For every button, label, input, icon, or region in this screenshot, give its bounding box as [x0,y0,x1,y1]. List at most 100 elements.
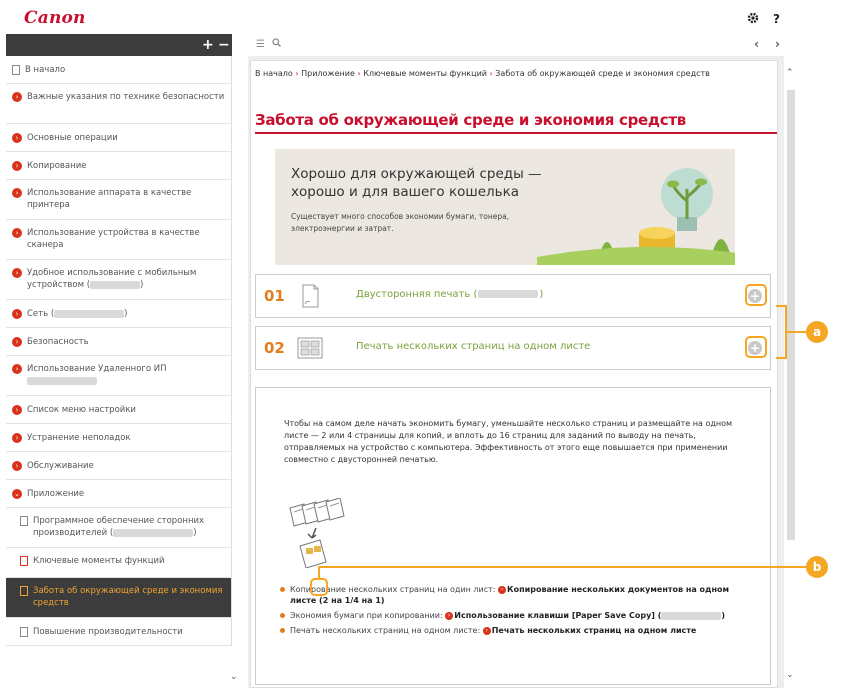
prev-page-button[interactable]: ‹ [754,37,759,51]
feature-number: 02 [264,339,285,357]
tip-link[interactable]: Использование клавиши [Paper Save Copy] … [454,611,725,620]
toolbar-icons: ☰ [256,38,282,50]
tip-link[interactable]: Печать нескольких страниц на одном листе [492,626,697,635]
sidebar-item[interactable]: › Устранение неполадок [6,424,231,452]
callout-b-badge: b [806,556,828,578]
top-icons: ? [747,12,780,27]
banner-text-line: электроэнергии и затрат. [291,224,394,233]
chevron-bullet-icon: ⌄ [12,489,22,499]
sidebar-item-label: Список меню настройки [27,405,136,415]
lightbulb-coins-illustration [537,168,735,265]
sidebar-item-label: Использование устройства в качестве скан… [27,228,200,250]
search-icon[interactable] [272,38,282,50]
redacted-text [54,309,125,318]
sidebar-item-label: Основные операции [27,133,118,143]
banner-heading-line: хорошо и для вашего кошелька [291,184,520,200]
sidebar-item[interactable]: › Безопасность [6,328,231,356]
sidebar-item[interactable]: › Важные указания по технике безопасности [6,84,231,124]
nav-arrows: ‹ › [754,37,780,51]
link-arrow-icon: › [445,611,454,620]
sidebar-item-label: Устранение неполадок [27,433,131,443]
chevron-bullet-icon: › [12,92,22,102]
sidebar-item-label: Использование аппарата в качестве принте… [27,188,192,210]
breadcrumb-separator: › [295,69,299,78]
banner-heading-line: Хорошо для окружающей среды — [291,166,542,182]
breadcrumb-link[interactable]: Приложение [301,69,355,78]
collapse-all-button[interactable]: − [218,37,230,53]
feature-label-text: Двусторонняя печать ( [356,289,478,300]
chevron-bullet-icon: › [12,228,22,238]
sidebar-item[interactable]: Забота об окружающей среде и экономия ср… [6,578,231,618]
feature-label-suffix: ) [539,289,544,300]
redacted-text [478,290,539,298]
next-page-button[interactable]: › [775,37,780,51]
sidebar-item-label: Безопасность [27,337,89,347]
tip-text: Печать нескольких страниц на одном листе… [290,626,483,635]
sidebar-scroll-down-icon[interactable]: ⌄ [230,672,238,682]
sidebar-item[interactable]: Повышение производительности [6,618,231,646]
sidebar-item-label: Повышение производительности [33,627,183,637]
scroll-down-icon[interactable]: ⌄ [786,670,794,680]
feature-row-duplex[interactable]: 01 Двусторонняя печать () + [255,274,771,318]
breadcrumb: В начало › Приложение › Ключевые моменты… [255,67,750,80]
chevron-bullet-icon: › [12,405,22,415]
sidebar-item[interactable]: › Удобное использование с мобильным устро… [6,260,231,300]
breadcrumb-current: Забота об окружающей среде и экономия ср… [495,69,710,78]
sidebar-item[interactable]: › Копирование [6,152,231,180]
page-icon [20,516,28,526]
chevron-bullet-icon: › [12,161,22,171]
sidebar-item-label: Важные указания по технике безопасности [27,92,225,102]
sidebar-item-label: Ключевые моменты функций [33,556,165,566]
sidebar-item[interactable]: Ключевые моменты функций [6,548,231,578]
feature-row-multipage[interactable]: 02 Печать нескольких страниц на одном ли… [255,326,771,370]
content-scrollbar[interactable]: ⌃ ⌄ [784,60,798,688]
chevron-bullet-icon: › [12,309,22,319]
sidebar-item[interactable]: В начало [6,56,231,84]
sidebar-item[interactable]: › Список меню настройки [6,396,231,424]
sidebar-item[interactable]: Программное обеспечение сторонних произв… [6,508,231,548]
expand-all-button[interactable]: + [202,37,214,53]
redacted-text [27,376,97,385]
list-item: Печать нескольких страниц на одном листе… [280,625,750,636]
content-panel: В начало › Приложение › Ключевые моменты… [250,60,778,688]
stacked-pages-illustration [289,498,345,568]
multi-page-icon [297,337,323,359]
breadcrumb-link[interactable]: Ключевые моменты функций [363,69,487,78]
sidebar-item[interactable]: › Использование Удаленного ИП [6,356,231,396]
chevron-bullet-icon: › [12,337,22,347]
sidebar-item[interactable]: ⌄ Приложение [6,480,231,508]
feature-number: 01 [264,287,285,305]
chevron-bullet-icon: › [12,268,22,278]
list-icon[interactable]: ☰ [256,39,265,50]
list-item: Экономия бумаги при копировании: › Исполь… [280,610,750,621]
sidebar-item-suffix: ) [193,528,197,538]
list-item: Копирование нескольких страниц на один л… [280,584,750,606]
scrollbar-thumb[interactable] [787,90,795,540]
breadcrumb-link[interactable]: В начало [255,69,293,78]
sidebar-item-label: Приложение [27,489,85,499]
sidebar-item[interactable]: › Сеть () [6,300,231,328]
sidebar-item[interactable]: › Использование устройства в качестве ска… [6,220,231,260]
sidebar-header: + − [6,34,232,56]
gear-icon[interactable] [747,12,759,27]
help-icon[interactable]: ? [773,12,780,27]
sidebar-item-label: Копирование [27,161,87,171]
page-icon [20,627,28,637]
detail-paragraph: Чтобы на самом деле начать экономить бум… [284,419,733,464]
canon-logo[interactable]: Canon [24,8,86,28]
duplex-page-icon [302,284,319,308]
sidebar-item-label: Забота об окружающей среде и экономия ср… [33,586,223,608]
sidebar-item[interactable]: › Основные операции [6,124,231,152]
feature-label[interactable]: Двусторонняя печать () [356,289,543,300]
banner-heading: Хорошо для окружающей среды — хорошо и д… [291,165,542,201]
sidebar-nav: В начало › Важные указания по технике безо… [6,56,232,646]
sidebar-item[interactable]: › Использование аппарата в качестве принт… [6,180,231,220]
feature-label[interactable]: Печать нескольких страниц на одном листе [356,341,590,352]
sidebar-item[interactable]: › Обслуживание [6,452,231,480]
page-icon [20,586,28,596]
callout-highlight [745,336,767,358]
content-toolbar: ☰ ‹ › [248,34,848,56]
scroll-up-icon[interactable]: ⌃ [786,68,794,78]
banner-text-line: Существует много способов экономии бумаг… [291,212,510,221]
callout-a-badge: a [806,321,828,343]
